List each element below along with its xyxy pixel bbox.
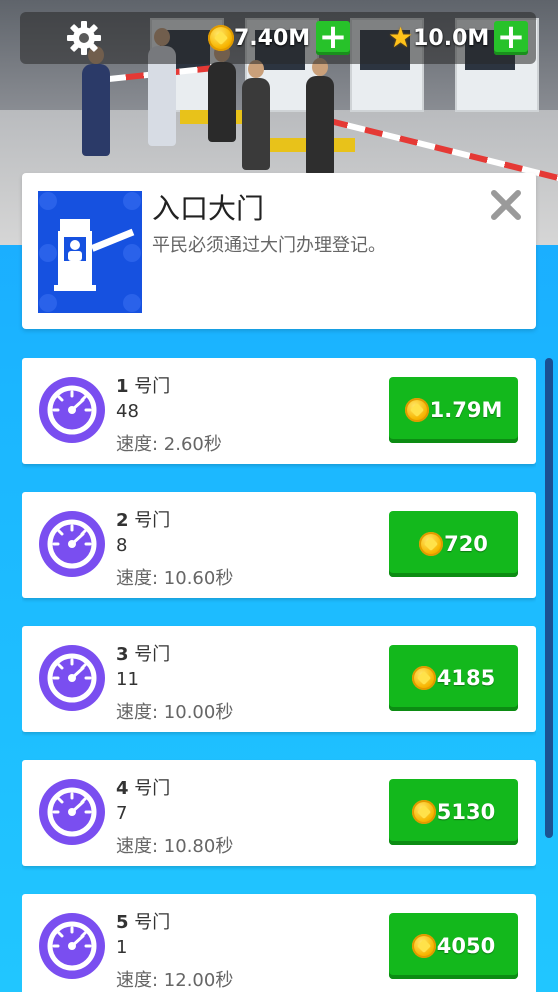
- coin-icon: [411, 934, 436, 958]
- gate-name: 4 号门: [116, 774, 170, 800]
- gate-suffix: 号门: [128, 912, 171, 933]
- upgrade-price: 5130: [436, 800, 496, 824]
- top-hud: 7.40M + ★ 10.0M +: [20, 12, 536, 64]
- scene-person: [306, 58, 334, 176]
- scene-person: [242, 60, 270, 170]
- gate-speed: 速度: 12.00秒: [116, 970, 234, 991]
- upgrade-button[interactable]: 720: [389, 511, 518, 577]
- gate-name: 3 号门: [116, 640, 170, 666]
- add-stars-button[interactable]: +: [494, 20, 528, 55]
- coin-icon: [208, 25, 234, 51]
- gate-suffix: 号门: [128, 510, 171, 531]
- gate-row: 3 号门 11 速度: 10.00秒 4185: [22, 626, 536, 732]
- gate-number: 1: [116, 376, 129, 397]
- star-icon: ★: [388, 21, 414, 54]
- star-counter: ★ 10.0M: [388, 24, 489, 52]
- gate-list[interactable]: 1 号门 48 速度: 2.60秒 1.79M 2 号门 8 速度: 10.60秒 720 3 …: [22, 358, 536, 992]
- gate-number: 5: [116, 912, 129, 933]
- barrier-gate-icon: [38, 191, 142, 313]
- gate-name: 1 号门: [116, 372, 170, 398]
- upgrade-price: 4185: [436, 666, 496, 690]
- speedometer-icon: [39, 645, 105, 711]
- gate-suffix: 号门: [128, 376, 171, 397]
- gate-level: 48: [116, 401, 139, 422]
- scene-person: [208, 44, 236, 142]
- upgrade-button[interactable]: 1.79M: [389, 377, 518, 443]
- gate-level: 1: [116, 937, 128, 958]
- upgrade-button[interactable]: 5130: [389, 779, 518, 845]
- gate-row: 5 号门 1 速度: 12.00秒 4050: [22, 894, 536, 992]
- coin-icon: [411, 666, 436, 690]
- gate-speed: 速度: 10.80秒: [116, 836, 234, 857]
- speedometer-icon: [39, 377, 105, 443]
- gate-level: 11: [116, 669, 139, 690]
- list-scrollbar[interactable]: [545, 358, 553, 838]
- gate-suffix: 号门: [128, 644, 171, 665]
- gate-number: 3: [116, 644, 129, 665]
- gate-speed: 速度: 2.60秒: [116, 434, 222, 455]
- gate-row: 4 号门 7 速度: 10.80秒 5130: [22, 760, 536, 866]
- speedometer-icon: [39, 913, 105, 979]
- gate-number: 2: [116, 510, 129, 531]
- gate-speed: 速度: 10.60秒: [116, 568, 234, 589]
- gear-icon[interactable]: [66, 20, 102, 56]
- coin-counter: 7.40M: [208, 24, 310, 52]
- gate-number: 4: [116, 778, 129, 799]
- gate-name: 2 号门: [116, 506, 170, 532]
- coin-icon: [419, 532, 444, 556]
- gate-speed: 速度: 10.00秒: [116, 702, 234, 723]
- speedometer-icon: [39, 779, 105, 845]
- gate-row: 2 号门 8 速度: 10.60秒 720: [22, 492, 536, 598]
- coin-icon: [411, 800, 436, 824]
- info-description: 平民必须通过大门办理登记。: [152, 235, 386, 256]
- upgrade-price: 4050: [436, 934, 496, 958]
- upgrade-price: 720: [444, 532, 488, 556]
- coin-icon: [404, 398, 429, 422]
- close-icon[interactable]: [488, 187, 524, 223]
- coin-balance: 7.40M: [234, 25, 311, 51]
- gate-row: 1 号门 48 速度: 2.60秒 1.79M: [22, 358, 536, 464]
- gate-level: 8: [116, 535, 128, 556]
- gate-name: 5 号门: [116, 908, 170, 934]
- upgrade-button[interactable]: 4185: [389, 645, 518, 711]
- add-coins-button[interactable]: +: [316, 20, 350, 55]
- star-balance: 10.0M: [413, 25, 490, 51]
- building-info-card: 入口大门 平民必须通过大门办理登记。: [22, 173, 536, 329]
- upgrade-button[interactable]: 4050: [389, 913, 518, 979]
- speedometer-icon: [39, 511, 105, 577]
- scene-person: [82, 46, 110, 156]
- gate-suffix: 号门: [128, 778, 171, 799]
- gate-level: 7: [116, 803, 128, 824]
- info-title: 入口大门: [152, 192, 265, 225]
- upgrade-price: 1.79M: [429, 398, 503, 422]
